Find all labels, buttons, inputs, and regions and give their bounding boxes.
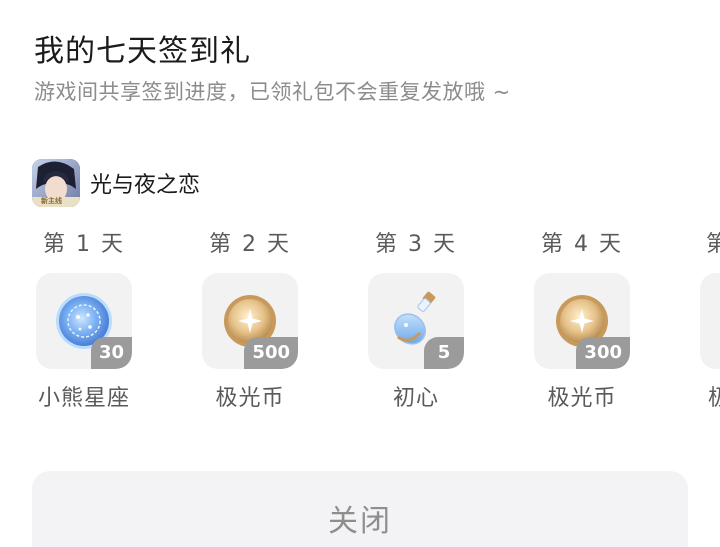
game-icon-badge: 新主线 [41, 197, 62, 205]
reward-name: 初心 [392, 386, 439, 411]
close-button-label: 关闭 [328, 504, 392, 539]
reward-days-scroller[interactable]: 第 1 天 30 小熊星座 第 2 天 500 极光币 第 3 天 5 初心 第… [0, 222, 720, 422]
reward-tile[interactable]: 5 [368, 273, 464, 369]
reward-quantity-badge: 30 [90, 337, 132, 369]
reward-name: 极光币 [547, 386, 617, 411]
reward-quantity-badge: 300 [576, 337, 630, 369]
day-label: 第 1 天 [43, 232, 125, 257]
reward-name: 极 [708, 380, 720, 412]
day-label: 第 [706, 232, 720, 257]
reward-name: 极光币 [215, 386, 285, 411]
dialog-subtitle: 游戏间共享签到进度，已领礼包不会重复发放哦 ~ [34, 80, 511, 104]
close-button[interactable]: 关闭 [32, 471, 688, 547]
game-name: 光与夜之恋 [90, 173, 201, 198]
day-card-5[interactable]: 第 极 [698, 222, 720, 422]
reward-tile[interactable] [700, 273, 720, 369]
dialog-title: 我的七天签到礼 [34, 34, 251, 69]
day-label: 第 4 天 [541, 232, 623, 257]
day-card-3[interactable]: 第 3 天 5 初心 [366, 222, 466, 422]
day-card-4[interactable]: 第 4 天 300 极光币 [532, 222, 632, 422]
reward-name: 小熊星座 [37, 386, 130, 411]
day-card-1[interactable]: 第 1 天 30 小熊星座 [34, 222, 134, 422]
day-label: 第 2 天 [209, 232, 291, 257]
checkin-dialog: 我的七天签到礼 游戏间共享签到进度，已领礼包不会重复发放哦 ~ 新主线 光与夜之… [0, 0, 720, 547]
reward-tile[interactable]: 300 [534, 273, 630, 369]
reward-tile[interactable]: 30 [36, 273, 132, 369]
reward-quantity-badge: 500 [244, 337, 298, 369]
game-avatar-icon: 新主线 [32, 159, 80, 207]
reward-quantity-badge: 5 [424, 337, 464, 369]
day-label: 第 3 天 [375, 232, 457, 257]
reward-tile[interactable]: 500 [202, 273, 298, 369]
game-header: 新主线 光与夜之恋 [32, 158, 200, 208]
day-card-2[interactable]: 第 2 天 500 极光币 [200, 222, 300, 422]
